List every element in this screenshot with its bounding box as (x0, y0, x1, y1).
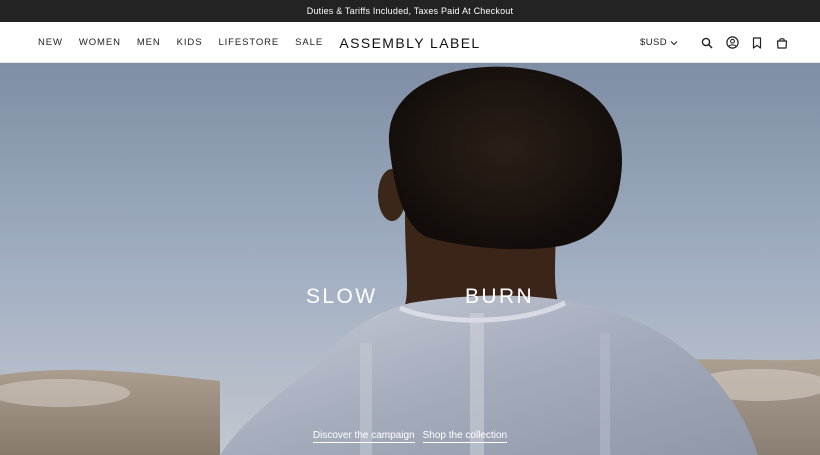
bookmark-icon (752, 36, 762, 49)
main-nav: NEW WOMEN MEN KIDS LIFESTORE SALE (38, 22, 339, 63)
nav-item-men[interactable]: MEN (137, 37, 161, 48)
wishlist-button[interactable] (749, 35, 765, 51)
nav-item-lifestore[interactable]: LIFESTORE (218, 37, 279, 48)
chevron-down-icon (670, 40, 678, 45)
site-header: NEW WOMEN MEN KIDS LIFESTORE SALE ASSEMB… (0, 22, 820, 63)
utility-bar: $USD (640, 22, 790, 63)
hero-links: Discover the campaign Shop the collectio… (0, 430, 820, 443)
account-icon (725, 36, 739, 49)
bag-icon (776, 37, 788, 49)
nav-item-kids[interactable]: KIDS (177, 37, 203, 48)
search-button[interactable] (699, 35, 715, 51)
promo-bar: Duties & Tariffs Included, Taxes Paid At… (0, 0, 820, 22)
discover-campaign-link[interactable]: Discover the campaign (312, 430, 415, 443)
nav-item-sale[interactable]: SALE (295, 37, 323, 48)
hero-image (0, 63, 820, 455)
nav-item-new[interactable]: NEW (38, 37, 63, 48)
hero-headline-left: SLOW (306, 285, 378, 308)
search-icon (701, 37, 713, 49)
brand-logo-text: ASSEMBLY LABEL (339, 34, 481, 51)
hero-headline-right: BURN (465, 285, 535, 308)
nav-item-women[interactable]: WOMEN (79, 37, 121, 48)
shop-collection-link[interactable]: Shop the collection (422, 430, 508, 443)
cart-button[interactable] (774, 35, 790, 51)
currency-label: $USD (640, 37, 667, 48)
promo-text: Duties & Tariffs Included, Taxes Paid At… (306, 6, 514, 16)
currency-selector[interactable]: $USD (640, 37, 678, 48)
account-button[interactable] (724, 35, 740, 51)
hero-banner[interactable]: SLOW BURN Discover the campaign Shop the… (0, 63, 820, 455)
